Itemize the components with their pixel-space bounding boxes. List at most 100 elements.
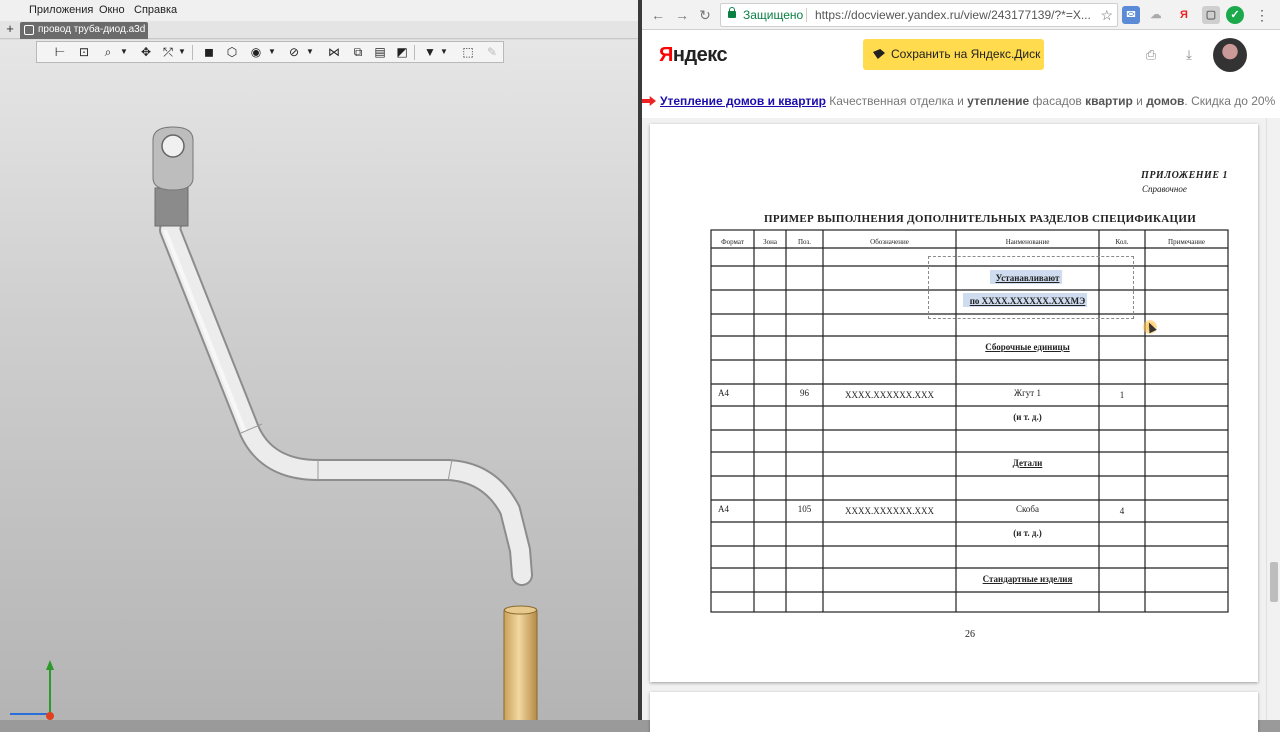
ad-banner[interactable]: Утепление домов и квартир Качественная о… [642,84,1280,118]
tree-icon[interactable]: ⊢ [51,44,69,60]
secure-label: Защищено [743,8,804,22]
select-icon[interactable]: ⬚ [459,44,477,60]
row1-pos: 96 [800,388,809,398]
layers-icon[interactable]: ▤ [371,44,389,60]
yandex-header: Яндекс Сохранить на Яндекс.Диск ⎙ ⤓ [642,30,1280,84]
col-note: Примечание [1168,238,1205,246]
shaded-icon[interactable]: ◼ [200,44,218,60]
page-number: 26 [965,629,975,640]
section-standard-items: Стандартные изделия [982,574,1073,584]
row2-qty: 4 [1119,506,1125,516]
pan-icon[interactable]: ✥ [137,44,155,60]
cad-window: Приложения Окно Справка + провод труба-д… [0,0,638,720]
cable-model [10,126,538,720]
address-bar[interactable]: Защищено https://docviewer.yandex.ru/vie… [720,3,1118,27]
green-extension-icon[interactable]: ✓ [1226,6,1244,24]
hierarchy-icon[interactable]: ⊡ [75,44,93,60]
appendix-note: Справочное [1142,184,1187,194]
tab-document[interactable]: провод труба-диод.a3d [20,22,148,39]
yandex-extension-icon[interactable]: Я [1175,6,1193,24]
grey-extension-icon[interactable]: ▢ [1202,6,1220,24]
lug-crimp [154,187,189,227]
row1-code: ХХХХ.ХХХХХХ.ХХХ [845,390,934,400]
forward-icon[interactable]: → [674,6,690,24]
orient-icon[interactable]: ⤱ [159,44,177,60]
origin-icon [46,712,54,720]
orient-dropdown-icon[interactable]: ▼ [177,44,187,60]
sketch-icon[interactable]: ◩ [393,44,411,60]
url-text: https://docviewer.yandex.ru/view/2431771… [815,8,1091,22]
row1-qty: 1 [1119,390,1125,400]
row2-etc: (и т. д.) [1013,528,1042,538]
document-page: ПРИЛОЖЕНИЕ 1 Справочное ПРИМЕР ВЫПОЛНЕНИ… [650,124,1258,682]
section-icon[interactable]: ⊘ [285,44,303,60]
model-file-icon [24,25,34,35]
scrollbar[interactable] [1266,118,1280,720]
hide-dropdown-icon[interactable]: ▼ [267,44,277,60]
install-line-1[interactable]: Устанавливают [956,273,1099,283]
print-icon[interactable]: ⎙ [1142,46,1160,64]
install-line-2[interactable]: по ХХХХ.ХХХХХХ.ХХХМЭ [956,296,1099,306]
document-title: ПРИМЕР ВЫПОЛНЕНИЯ ДОПОЛНИТЕЛЬНЫХ РАЗДЕЛО… [764,213,1197,225]
lock-icon [728,7,736,18]
download-icon[interactable]: ⤓ [1180,46,1198,64]
measure-icon[interactable]: ⋈ [325,44,343,60]
avatar[interactable] [1213,38,1247,72]
view-icon[interactable]: ⧉ [349,44,367,60]
logo-rest: ндекс [672,44,728,66]
row2-name: Скоба [1016,504,1039,514]
menu-help[interactable]: Справка [134,4,177,16]
bookmark-star-icon[interactable]: ☆ [1100,4,1113,26]
document-viewer[interactable]: ПРИЛОЖЕНИЕ 1 Справочное ПРИМЕР ВЫПОЛНЕНИ… [642,118,1266,732]
scrollbar-thumb[interactable] [1270,562,1278,602]
row2-format: А4 [718,504,729,514]
address-toolbar: ← → ↻ Защищено https://docviewer.yandex.… [642,0,1280,30]
section-details: Детали [1012,458,1043,468]
cad-menu-bar: Приложения Окно Справка [0,0,638,21]
reload-icon[interactable]: ↻ [697,6,713,24]
text-selection [928,256,1134,319]
back-icon[interactable]: ← [650,6,666,24]
row1-etc: (и т. д.) [1013,412,1042,422]
disk-icon [873,49,885,59]
col-zone: Зона [763,238,777,246]
save-to-disk-label: Сохранить на Яндекс.Диск [891,47,1041,61]
row2-pos: 105 [797,504,812,514]
edit-icon: ✎ [486,45,498,59]
col-name: Наименование [1005,238,1050,246]
section-assembly-units: Сборочные единицы [985,342,1070,352]
wireframe-icon[interactable]: ⬡ [223,44,241,60]
next-document-page [650,692,1258,732]
tab-document-label: провод труба-диод.a3d [38,24,146,35]
menu-applications[interactable]: Приложения [29,4,93,16]
diode-body [503,607,538,720]
zoom-dropdown-icon[interactable]: ▼ [119,44,129,60]
model-viewport[interactable] [0,40,638,720]
save-to-disk-button[interactable]: Сохранить на Яндекс.Диск [863,39,1044,70]
new-tab-icon[interactable]: + [3,22,17,37]
zoom-icon[interactable]: ⌕ [99,44,117,60]
appendix-label: ПРИЛОЖЕНИЕ 1 [1141,170,1228,181]
menu-window[interactable]: Окно [99,4,125,16]
spec-table-grid [710,229,1229,613]
yandex-logo[interactable]: Яндекс [659,44,728,67]
section-dropdown-icon[interactable]: ▼ [305,44,315,60]
view-toolbar: ⊢ ⊡ ⌕ ▼ ✥ ⤱ ▼ ◼ ⬡ ◉ ▼ ⊘ ▼ ⋈ ⧉ ▤ ◩ ▼ ▼ ⬚ … [36,41,504,63]
mail-extension-icon[interactable]: ✉ [1122,6,1140,24]
mouse-cursor-icon [1143,320,1157,334]
tube-outline [159,209,533,586]
menu-kebab-icon[interactable]: ⋮ [1254,6,1270,24]
ad-arrow-icon [642,96,656,106]
row2-code: ХХХХ.ХХХХХХ.ХХХ [845,506,934,516]
col-qty: Кол. [1115,238,1129,246]
filter-dropdown-icon[interactable]: ▼ [439,44,449,60]
hide-icon[interactable]: ◉ [247,44,265,60]
cad-tab-bar: + провод труба-диод.a3d [0,21,638,39]
filter-icon[interactable]: ▼ [421,44,439,60]
browser-window: ← → ↻ Защищено https://docviewer.yandex.… [642,0,1280,732]
ad-link[interactable]: Утепление домов и квартир [660,94,826,108]
cloud-extension-icon[interactable]: ☁ [1147,6,1165,24]
row1-format: А4 [718,388,729,398]
row1-name: Жгут 1 [1014,388,1041,398]
col-designation: Обозначение [870,238,909,246]
